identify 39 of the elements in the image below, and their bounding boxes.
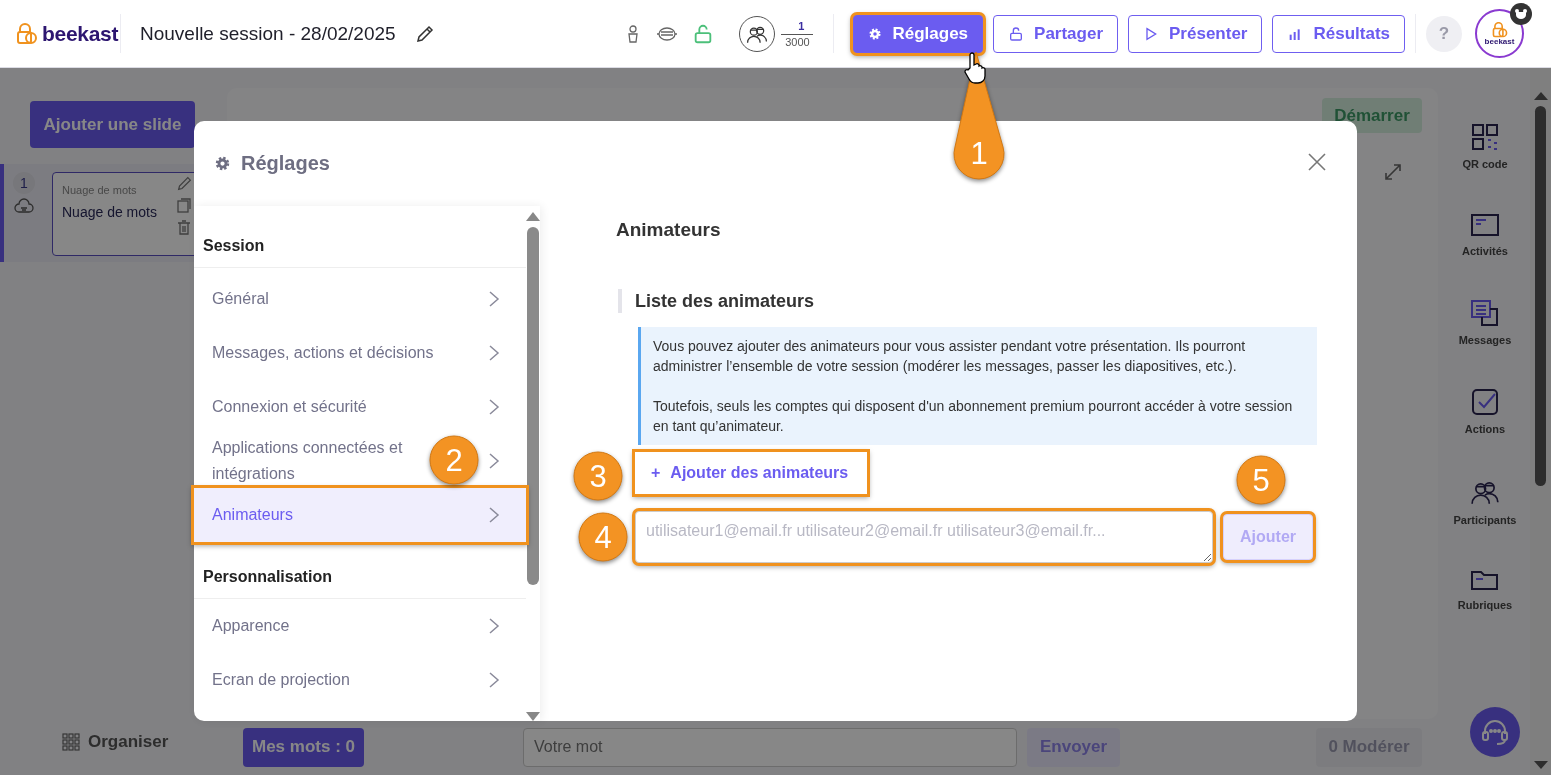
logo-text: beekast bbox=[42, 21, 119, 46]
share-button[interactable]: Partager bbox=[993, 14, 1119, 53]
section-title: Animateurs bbox=[616, 219, 722, 241]
profile-avatar[interactable]: beekast bbox=[1475, 9, 1524, 58]
word-field[interactable]: Votre mot bbox=[523, 727, 1017, 767]
dialog-title: Réglages bbox=[241, 152, 330, 175]
step-marker: 3 bbox=[573, 451, 623, 501]
add-slide-button[interactable]: Ajouter une slide bbox=[30, 101, 195, 148]
slide-number: 1 bbox=[13, 172, 35, 194]
step-marker: 4 bbox=[578, 512, 628, 562]
session-title: Nouvelle session - 28/02/2025 bbox=[140, 22, 396, 45]
results-button[interactable]: Résultats bbox=[1272, 14, 1405, 53]
info-text: Vous pouvez ajouter des animateurs pour vous assister pendant votre présentation. Ils pourront administrer l’ensemble de votre session (modérer les messages, passer les diapositives, etc.). bbox=[653, 337, 1247, 376]
email-field[interactable]: utilisateur1@email.fr utilisateur2@email.fr utilisateur3@email.fr... bbox=[635, 511, 1213, 563]
participants-item[interactable]: Participants bbox=[1453, 477, 1517, 526]
activities-item[interactable]: Activités bbox=[1462, 212, 1508, 257]
organise-button[interactable]: Organiser bbox=[62, 732, 225, 752]
slide-type: Nuage de mots bbox=[62, 184, 138, 196]
help-button[interactable]: ? bbox=[1426, 15, 1462, 52]
actions-item[interactable]: Actions bbox=[1464, 388, 1506, 435]
participant-limit: 3000 bbox=[785, 34, 810, 48]
qr-code-item[interactable]: QR code bbox=[1462, 123, 1508, 170]
step-marker: 2 bbox=[429, 435, 479, 485]
topics-item[interactable]: Rubriques bbox=[1457, 568, 1513, 611]
step-marker: 5 bbox=[1236, 455, 1286, 505]
my-words-button[interactable]: Mes mots : 0 bbox=[243, 727, 364, 767]
subsection-title: Liste des animateurs bbox=[618, 289, 1317, 313]
step-marker: 1 bbox=[952, 50, 1006, 180]
add-hosts-link[interactable]: + Ajouter des animateurs bbox=[635, 452, 867, 494]
participant-count: 1 bbox=[781, 19, 814, 35]
messages-item[interactable]: Messages bbox=[1458, 299, 1512, 346]
settings-button[interactable]: Réglages bbox=[853, 14, 984, 53]
present-button[interactable]: Présenter bbox=[1128, 14, 1263, 53]
avatar-text: beekast bbox=[1484, 37, 1515, 46]
slide-title: Nuage de mots bbox=[62, 204, 157, 220]
plus-icon: + bbox=[651, 464, 661, 482]
info-text: Toutefois, seuls les comptes qui disposent d'un abonnement premium pourront accéder à votre session en tant qu’animateur. bbox=[653, 397, 1294, 436]
settings-nav-item[interactable]: Animateurs bbox=[194, 488, 526, 542]
section-heading: Session bbox=[194, 206, 526, 268]
